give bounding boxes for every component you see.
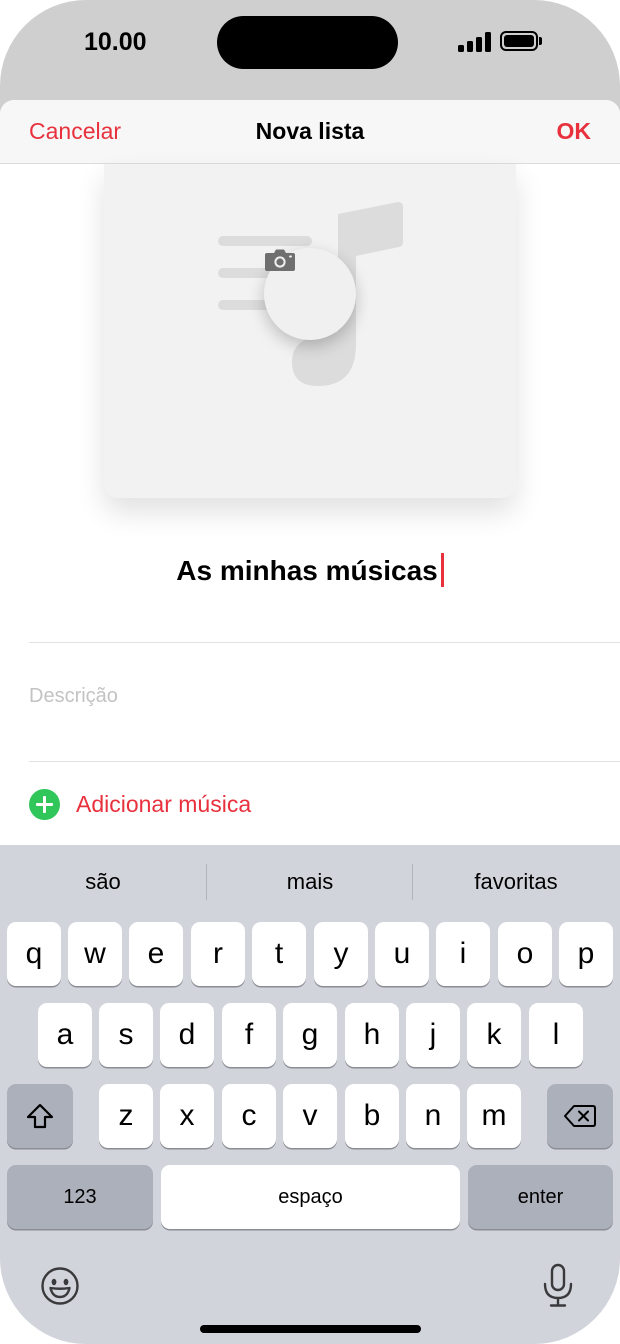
status-bar: 10.00 [0, 0, 620, 100]
key-b[interactable]: b [345, 1084, 399, 1148]
key-f[interactable]: f [222, 1003, 276, 1067]
key-c[interactable]: c [222, 1084, 276, 1148]
key-u[interactable]: u [375, 922, 429, 986]
key-o[interactable]: o [498, 922, 552, 986]
key-v[interactable]: v [283, 1084, 337, 1148]
key-y[interactable]: y [314, 922, 368, 986]
numbers-key[interactable]: 123 [7, 1165, 153, 1229]
shift-key[interactable] [7, 1084, 73, 1148]
key-g[interactable]: g [283, 1003, 337, 1067]
space-key[interactable]: espaço [161, 1165, 460, 1229]
key-z[interactable]: z [99, 1084, 153, 1148]
divider [29, 642, 620, 643]
keyboard: são mais favoritas q w e r t y u i o p a… [0, 845, 620, 1344]
key-h[interactable]: h [345, 1003, 399, 1067]
key-x[interactable]: x [160, 1084, 214, 1148]
key-p[interactable]: p [559, 922, 613, 986]
backspace-icon [564, 1105, 596, 1127]
suggestion-item[interactable]: mais [207, 869, 413, 895]
key-r[interactable]: r [191, 922, 245, 986]
key-s[interactable]: s [99, 1003, 153, 1067]
key-k[interactable]: k [467, 1003, 521, 1067]
key-m[interactable]: m [467, 1084, 521, 1148]
key-e[interactable]: e [129, 922, 183, 986]
key-a[interactable]: a [38, 1003, 92, 1067]
page-title: Nova lista [255, 118, 365, 144]
nav-bar: Cancelar Nova lista OK [0, 100, 620, 164]
enter-key[interactable]: enter [468, 1165, 613, 1229]
camera-icon [265, 249, 295, 271]
add-photo-button[interactable] [264, 248, 356, 340]
emoji-icon [41, 1267, 79, 1305]
playlist-artwork[interactable] [104, 164, 516, 498]
add-music-button[interactable]: Adicionar música [29, 788, 251, 820]
home-indicator[interactable] [200, 1325, 421, 1333]
microphone-icon [543, 1263, 573, 1307]
key-n[interactable]: n [406, 1084, 460, 1148]
add-music-label: Adicionar música [76, 790, 252, 817]
emoji-button[interactable] [40, 1266, 80, 1306]
plus-circle-icon [29, 788, 60, 820]
ok-button[interactable]: OK [557, 118, 592, 145]
playlist-name-text: As minhas músicas [176, 555, 438, 586]
dictation-button[interactable] [541, 1263, 575, 1309]
key-w[interactable]: w [68, 922, 122, 986]
key-q[interactable]: q [7, 922, 61, 986]
device-frame: 10.00 Cancelar Nova lista OK As minhas m… [0, 0, 620, 1344]
key-i[interactable]: i [436, 922, 490, 986]
suggestion-item[interactable]: favoritas [413, 869, 619, 895]
status-time: 10.00 [84, 28, 147, 56]
backspace-key[interactable] [547, 1084, 613, 1148]
text-cursor [440, 553, 444, 587]
suggestion-item[interactable]: são [0, 869, 206, 895]
signal-icon [458, 32, 492, 52]
key-l[interactable]: l [529, 1003, 583, 1067]
key-d[interactable]: d [160, 1003, 214, 1067]
description-field[interactable]: Descrição [29, 685, 118, 708]
suggestion-bar: são mais favoritas [0, 845, 620, 921]
playlist-name-field[interactable]: As minhas músicas [0, 553, 620, 587]
dynamic-island [217, 16, 398, 69]
battery-icon [500, 31, 542, 51]
key-j[interactable]: j [406, 1003, 460, 1067]
shift-icon [26, 1103, 54, 1129]
key-t[interactable]: t [252, 922, 306, 986]
divider [29, 761, 620, 762]
